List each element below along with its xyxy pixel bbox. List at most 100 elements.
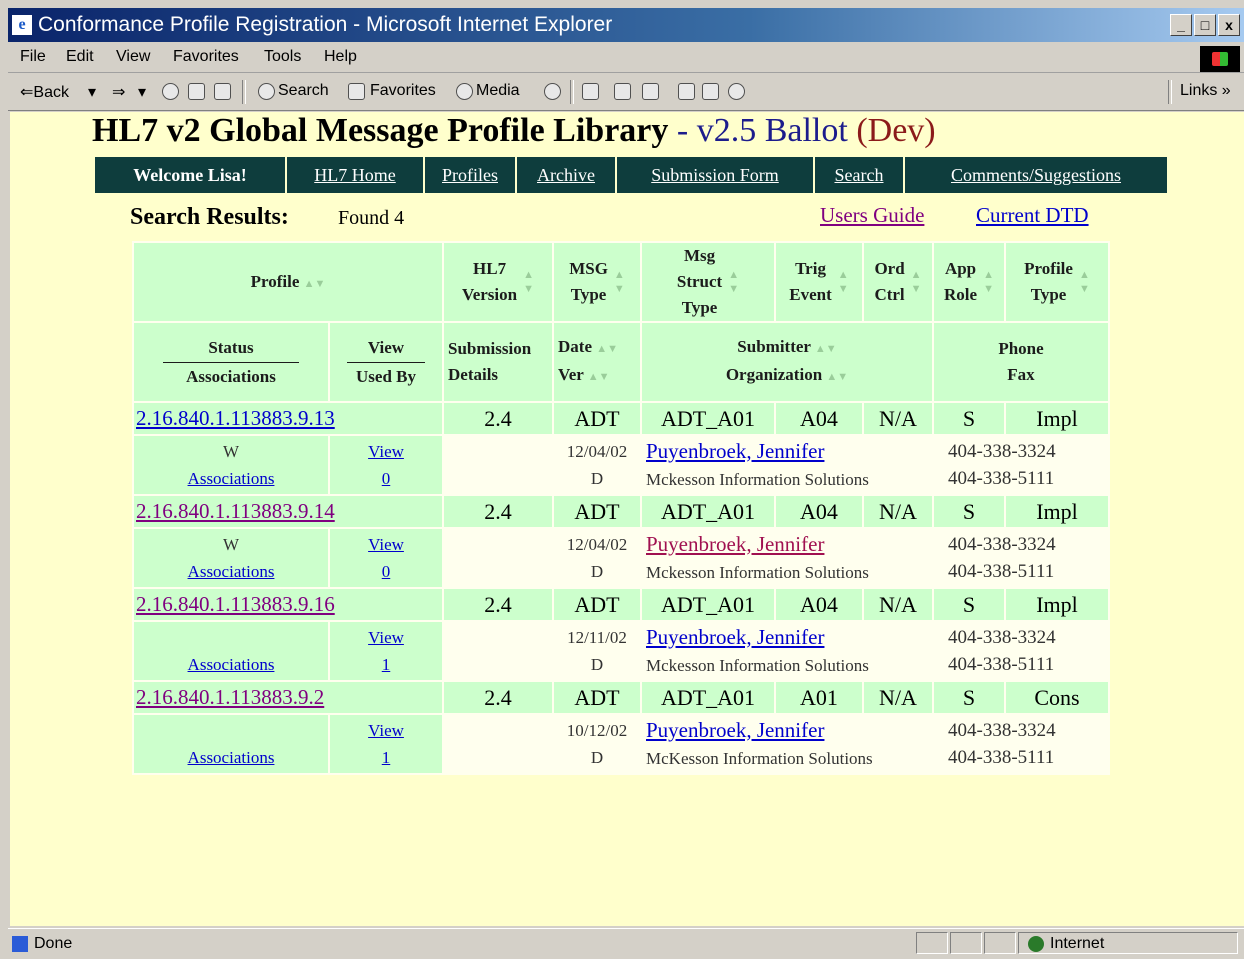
search-button[interactable]: Search: [278, 82, 329, 100]
col-msg-struct[interactable]: Msg Struct Type ▲ ▼: [640, 241, 776, 323]
col-phone-fax: Phone Fax: [932, 321, 1110, 403]
organization-value: McKesson Information Solutions: [646, 748, 873, 768]
submitter-link[interactable]: Puyenbroek, Jennifer: [646, 532, 824, 556]
sort-arrows-icon[interactable]: ▲▼: [588, 371, 610, 383]
associations-link[interactable]: Associations: [188, 748, 275, 767]
menu-favorites[interactable]: Favorites: [173, 48, 239, 66]
date-ver-cell: 12/11/02 D: [552, 620, 642, 682]
sort-arrows-icon[interactable]: ▲▼: [838, 268, 849, 296]
sort-arrows-icon[interactable]: ▲▼: [523, 268, 534, 296]
discuss-icon[interactable]: [678, 83, 695, 100]
sort-arrows-icon[interactable]: ▲▼: [304, 278, 326, 290]
menu-edit[interactable]: Edit: [66, 48, 94, 66]
nav-profiles[interactable]: Profiles: [425, 157, 517, 193]
favorites-button[interactable]: Favorites: [370, 82, 436, 100]
col-app-role[interactable]: App Role ▲ ▼: [932, 241, 1006, 323]
phone-fax-cell: 404-338-3324 404-338-5111: [932, 713, 1110, 775]
organization-value: Mckesson Information Solutions: [646, 562, 869, 582]
view-link[interactable]: View: [368, 535, 404, 554]
submitter-link[interactable]: Puyenbroek, Jennifer: [646, 439, 824, 463]
back-dropdown-icon[interactable]: ▾: [88, 82, 96, 102]
edit-icon[interactable]: [642, 83, 659, 100]
nav-hl7-home[interactable]: HL7 Home: [287, 157, 425, 193]
sort-arrows-icon[interactable]: ▲▼: [911, 268, 922, 296]
page-title-dev: (Dev): [856, 112, 936, 149]
col-profile-type[interactable]: Profile Type ▲ ▼: [1004, 241, 1110, 323]
nav-search[interactable]: Search: [815, 157, 905, 193]
nav-archive[interactable]: Archive: [517, 157, 617, 193]
used-by-link[interactable]: 1: [382, 655, 391, 674]
sort-arrows-icon[interactable]: ▲▼: [826, 371, 848, 383]
close-button[interactable]: x: [1218, 14, 1240, 36]
home-icon[interactable]: [214, 83, 231, 100]
col-date-ver[interactable]: Date ▲▼ Ver ▲▼: [552, 321, 642, 403]
profile-oid-link[interactable]: 2.16.840.1.113883.9.13: [136, 406, 335, 430]
col-details-label: Details: [448, 365, 499, 384]
menu-help[interactable]: Help: [324, 48, 357, 66]
associations-link[interactable]: Associations: [188, 562, 275, 581]
media-button[interactable]: Media: [476, 82, 520, 100]
sort-arrows-icon[interactable]: ▲▼: [728, 268, 739, 296]
profile-oid-cell: 2.16.840.1.113883.9.13: [132, 401, 444, 436]
refresh-icon[interactable]: [188, 83, 205, 100]
view-link[interactable]: View: [368, 628, 404, 647]
sort-arrows-icon[interactable]: ▲▼: [983, 268, 994, 296]
submitter-link[interactable]: Puyenbroek, Jennifer: [646, 625, 824, 649]
sort-arrows-icon[interactable]: ▲▼: [596, 343, 618, 355]
msg-type-cell: ADT: [552, 401, 642, 436]
profile-oid-link[interactable]: 2.16.840.1.113883.9.14: [136, 499, 335, 523]
col-msg-type[interactable]: MSG Type ▲ ▼: [552, 241, 642, 323]
sort-arrows-icon[interactable]: ▲▼: [815, 343, 837, 355]
nav-submission-form[interactable]: Submission Form: [617, 157, 815, 193]
used-by-link[interactable]: 0: [382, 562, 391, 581]
view-link[interactable]: View: [368, 721, 404, 740]
forward-dropdown-icon[interactable]: ▾: [138, 82, 146, 102]
col-app-role-label-1: App: [944, 259, 977, 278]
users-guide-link[interactable]: Users Guide: [820, 203, 924, 228]
submitter-cell: Puyenbroek, Jennifer Mckesson Information…: [640, 620, 934, 682]
col-profile[interactable]: Profile ▲▼: [132, 241, 444, 323]
col-trig-event[interactable]: Trig Event ▲ ▼: [774, 241, 864, 323]
menu-view[interactable]: View: [116, 48, 150, 66]
date-value: 12/04/02: [566, 535, 628, 554]
stop-icon[interactable]: [162, 83, 179, 100]
col-submitter-org[interactable]: Submitter ▲▼ Organization ▲▼: [640, 321, 934, 403]
search-icon[interactable]: [258, 83, 275, 100]
trig-event-cell: A01: [774, 680, 864, 715]
print-icon[interactable]: [614, 83, 631, 100]
nav-comments[interactable]: Comments/Suggestions: [905, 157, 1167, 193]
associations-link[interactable]: Associations: [188, 655, 275, 674]
back-button[interactable]: ⇐Back: [20, 82, 69, 102]
links-button[interactable]: Links »: [1180, 82, 1231, 100]
used-by-link[interactable]: 0: [382, 469, 391, 488]
associations-link[interactable]: Associations: [188, 469, 275, 488]
media-icon[interactable]: [456, 83, 473, 100]
fax-value: 404-338-5111: [948, 654, 1055, 675]
favorites-icon[interactable]: [348, 83, 365, 100]
col-hl7-version[interactable]: HL7 Version ▲ ▼: [442, 241, 554, 323]
profile-type-cell: Cons: [1004, 680, 1110, 715]
view-link[interactable]: View: [368, 442, 404, 461]
col-ord-ctrl[interactable]: Ord Ctrl ▲ ▼: [862, 241, 934, 323]
view-cell: View 1: [328, 713, 444, 775]
current-dtd-link[interactable]: Current DTD: [976, 203, 1089, 228]
profile-oid-link[interactable]: 2.16.840.1.113883.9.16: [136, 592, 335, 616]
history-icon[interactable]: [544, 83, 561, 100]
maximize-button[interactable]: □: [1194, 14, 1216, 36]
messenger-icon[interactable]: [728, 83, 745, 100]
sort-arrows-icon[interactable]: ▲▼: [614, 268, 625, 296]
menu-file[interactable]: File: [20, 48, 46, 66]
profile-oid-link[interactable]: 2.16.840.1.113883.9.2: [136, 685, 324, 709]
menu-tools[interactable]: Tools: [264, 48, 301, 66]
header-divider: [163, 361, 299, 363]
header-row-1: Profile ▲▼ HL7 Version ▲ ▼ MSG Type ▲ ▼ Msg Str…: [132, 241, 1110, 323]
sort-arrows-icon[interactable]: ▲▼: [1079, 268, 1090, 296]
mail-icon[interactable]: [582, 83, 599, 100]
minimize-button[interactable]: _: [1170, 14, 1192, 36]
submitter-link[interactable]: Puyenbroek, Jennifer: [646, 718, 824, 742]
research-icon[interactable]: [702, 83, 719, 100]
used-by-link[interactable]: 1: [382, 748, 391, 767]
date-ver-cell: 10/12/02 D: [552, 713, 642, 775]
forward-button[interactable]: ⇒: [112, 82, 125, 102]
submission-details-cell: [442, 434, 554, 496]
